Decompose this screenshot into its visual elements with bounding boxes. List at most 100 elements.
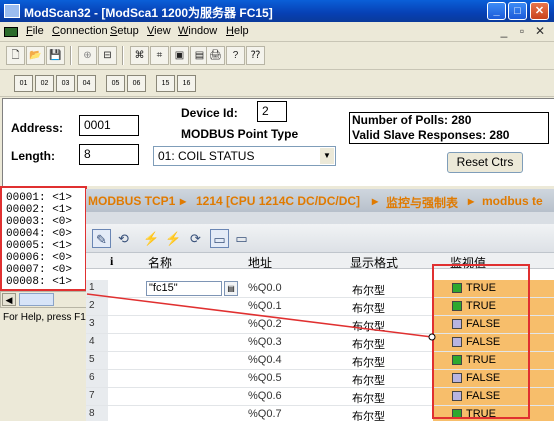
new-icon[interactable]: 🗋: [6, 46, 25, 65]
coil-row: 00007: <0>: [6, 264, 73, 276]
name-cell[interactable]: "fc15" ▤: [146, 280, 248, 297]
row-format: 布尔型: [352, 321, 385, 333]
row-format: 布尔型: [352, 393, 385, 405]
row-address: %Q0.2: [248, 318, 282, 330]
scroll-thumb[interactable]: [19, 293, 54, 306]
row-address: %Q0.5: [248, 372, 282, 384]
coil-row: 00008: <1>: [6, 276, 73, 288]
coil-readout: 00001: <1> 00002: <1> 00003: <0> 00004: …: [0, 186, 87, 291]
chevron-down-icon[interactable]: ▼: [320, 148, 334, 164]
header-name[interactable]: 名称: [148, 254, 172, 271]
fc04-icon[interactable]: 04: [77, 75, 96, 92]
row-format: 布尔型: [352, 303, 385, 315]
breadcrumb-watch-tables[interactable]: 监控与强制表: [386, 194, 458, 211]
monitor-once-icon[interactable]: ▭: [232, 229, 251, 248]
row-format: 布尔型: [352, 375, 385, 387]
coil-row: 00001: <1>: [6, 192, 73, 204]
fc01-icon[interactable]: 01: [14, 75, 33, 92]
valid-responses: Valid Slave Responses: 280: [352, 128, 510, 142]
breadcrumb: MODBUS TCP1 ▸ 1214 [CPU 1214C DC/DC/DC] …: [86, 189, 554, 212]
print-icon[interactable]: 🖨: [206, 46, 225, 65]
mdi-restore-icon[interactable]: ▫: [514, 24, 530, 39]
watch-toolbar: ✎ ⟲ ⚡ ⚡ ⟳ ▭ ▭: [86, 224, 554, 253]
menu-window[interactable]: Window: [178, 25, 217, 37]
row-address: %Q0.7: [248, 408, 282, 420]
row-address: %Q0.0: [248, 282, 282, 294]
save-icon[interactable]: 💾: [46, 46, 65, 65]
row-index: 8: [86, 406, 108, 421]
mdi-doc-icon[interactable]: [4, 27, 18, 37]
fc06-icon[interactable]: 06: [127, 75, 146, 92]
menu-view[interactable]: View: [147, 25, 171, 37]
length-field[interactable]: 8: [79, 144, 139, 165]
context-help-icon[interactable]: ⁇: [246, 46, 265, 65]
breadcrumb-table[interactable]: modbus te: [482, 194, 543, 208]
connect-icon[interactable]: ⊕: [78, 46, 97, 65]
disconnect-icon[interactable]: ⊟: [98, 46, 117, 65]
coil-row: 00005: <1>: [6, 240, 73, 252]
row-index: 3: [86, 316, 108, 333]
row-index: 2: [86, 298, 108, 315]
coil-row: 00004: <0>: [6, 228, 73, 240]
row-index: 5: [86, 352, 108, 369]
menu-file[interactable]: File: [26, 25, 44, 37]
menu-help[interactable]: Help: [226, 25, 249, 37]
header-address[interactable]: 地址: [248, 254, 272, 271]
fc05-icon[interactable]: 05: [106, 75, 125, 92]
tag-browse-icon[interactable]: ▤: [224, 281, 238, 296]
device-id-field[interactable]: 2: [257, 101, 287, 122]
breadcrumb-cpu[interactable]: 1214 [CPU 1214C DC/DC/DC]: [196, 194, 360, 208]
minimize-button[interactable]: _: [487, 2, 506, 20]
display-mode-icon[interactable]: ⌘: [130, 46, 149, 65]
address-field[interactable]: 0001: [79, 115, 139, 136]
modify-once-icon[interactable]: ⚡: [142, 229, 161, 248]
breadcrumb-project[interactable]: MODBUS TCP1: [88, 194, 175, 208]
toolbar-separator: [122, 46, 124, 65]
coil-row: 00002: <1>: [6, 204, 73, 216]
row-index: 4: [86, 334, 108, 351]
refresh-icon[interactable]: ⟲: [114, 229, 133, 248]
app-icon: [4, 4, 20, 18]
fc16-icon[interactable]: 16: [177, 75, 196, 92]
row-format: 布尔型: [352, 285, 385, 297]
row-address: %Q0.4: [248, 354, 282, 366]
point-type-select[interactable]: 01: COIL STATUS ▼: [153, 146, 336, 166]
menu-setup[interactable]: Setup: [110, 25, 139, 37]
traffic-icon[interactable]: ▣: [170, 46, 189, 65]
header-format[interactable]: 显示格式: [350, 254, 398, 271]
reset-counters-button[interactable]: Reset Ctrs: [447, 152, 523, 173]
row-address: %Q0.6: [248, 390, 282, 402]
horizontal-scrollbar[interactable]: ◀: [0, 291, 87, 308]
open-icon[interactable]: 📂: [26, 46, 45, 65]
menu-bar: File Connection Setup View Window Help _…: [0, 22, 554, 42]
name-input[interactable]: "fc15": [146, 281, 222, 296]
mdi-close-icon[interactable]: ✕: [532, 24, 548, 39]
point-type-label: MODBUS Point Type: [181, 127, 299, 141]
device-id-label: Device Id:: [181, 106, 238, 120]
point-type-value: 01: COIL STATUS: [158, 149, 255, 163]
title-bar: ModScan32 - [ModSca1 1200为服务器 FC15] _ □ …: [0, 0, 554, 22]
status-bar: For Help, press F1: [3, 312, 86, 323]
row-address: %Q0.3: [248, 336, 282, 348]
address-label: Address:: [11, 121, 64, 135]
toolbar-separator: [70, 46, 72, 65]
fc02-icon[interactable]: 02: [35, 75, 54, 92]
menu-connection[interactable]: Connection: [52, 25, 108, 37]
fc03-icon[interactable]: 03: [56, 75, 75, 92]
scroll-left-icon[interactable]: ◀: [2, 293, 16, 306]
row-index: 7: [86, 388, 108, 405]
modify-trigger-icon[interactable]: ⚡: [164, 229, 183, 248]
polls-count: Number of Polls: 280: [352, 113, 472, 127]
fc15-icon[interactable]: 15: [156, 75, 175, 92]
maximize-button[interactable]: □: [508, 2, 527, 20]
length-label: Length:: [11, 149, 55, 163]
row-format: 布尔型: [352, 339, 385, 351]
mdi-minimize-icon[interactable]: _: [496, 24, 512, 39]
poll-stats: Number of Polls: 280 Valid Slave Respons…: [349, 112, 549, 144]
address-mode-icon[interactable]: ⌗: [150, 46, 169, 65]
force-icon[interactable]: ⟳: [186, 229, 205, 248]
help-icon[interactable]: ?: [226, 46, 245, 65]
edit-icon[interactable]: ✎: [92, 229, 111, 248]
close-button[interactable]: ✕: [530, 2, 549, 20]
monitor-all-icon[interactable]: ▭: [210, 229, 229, 248]
